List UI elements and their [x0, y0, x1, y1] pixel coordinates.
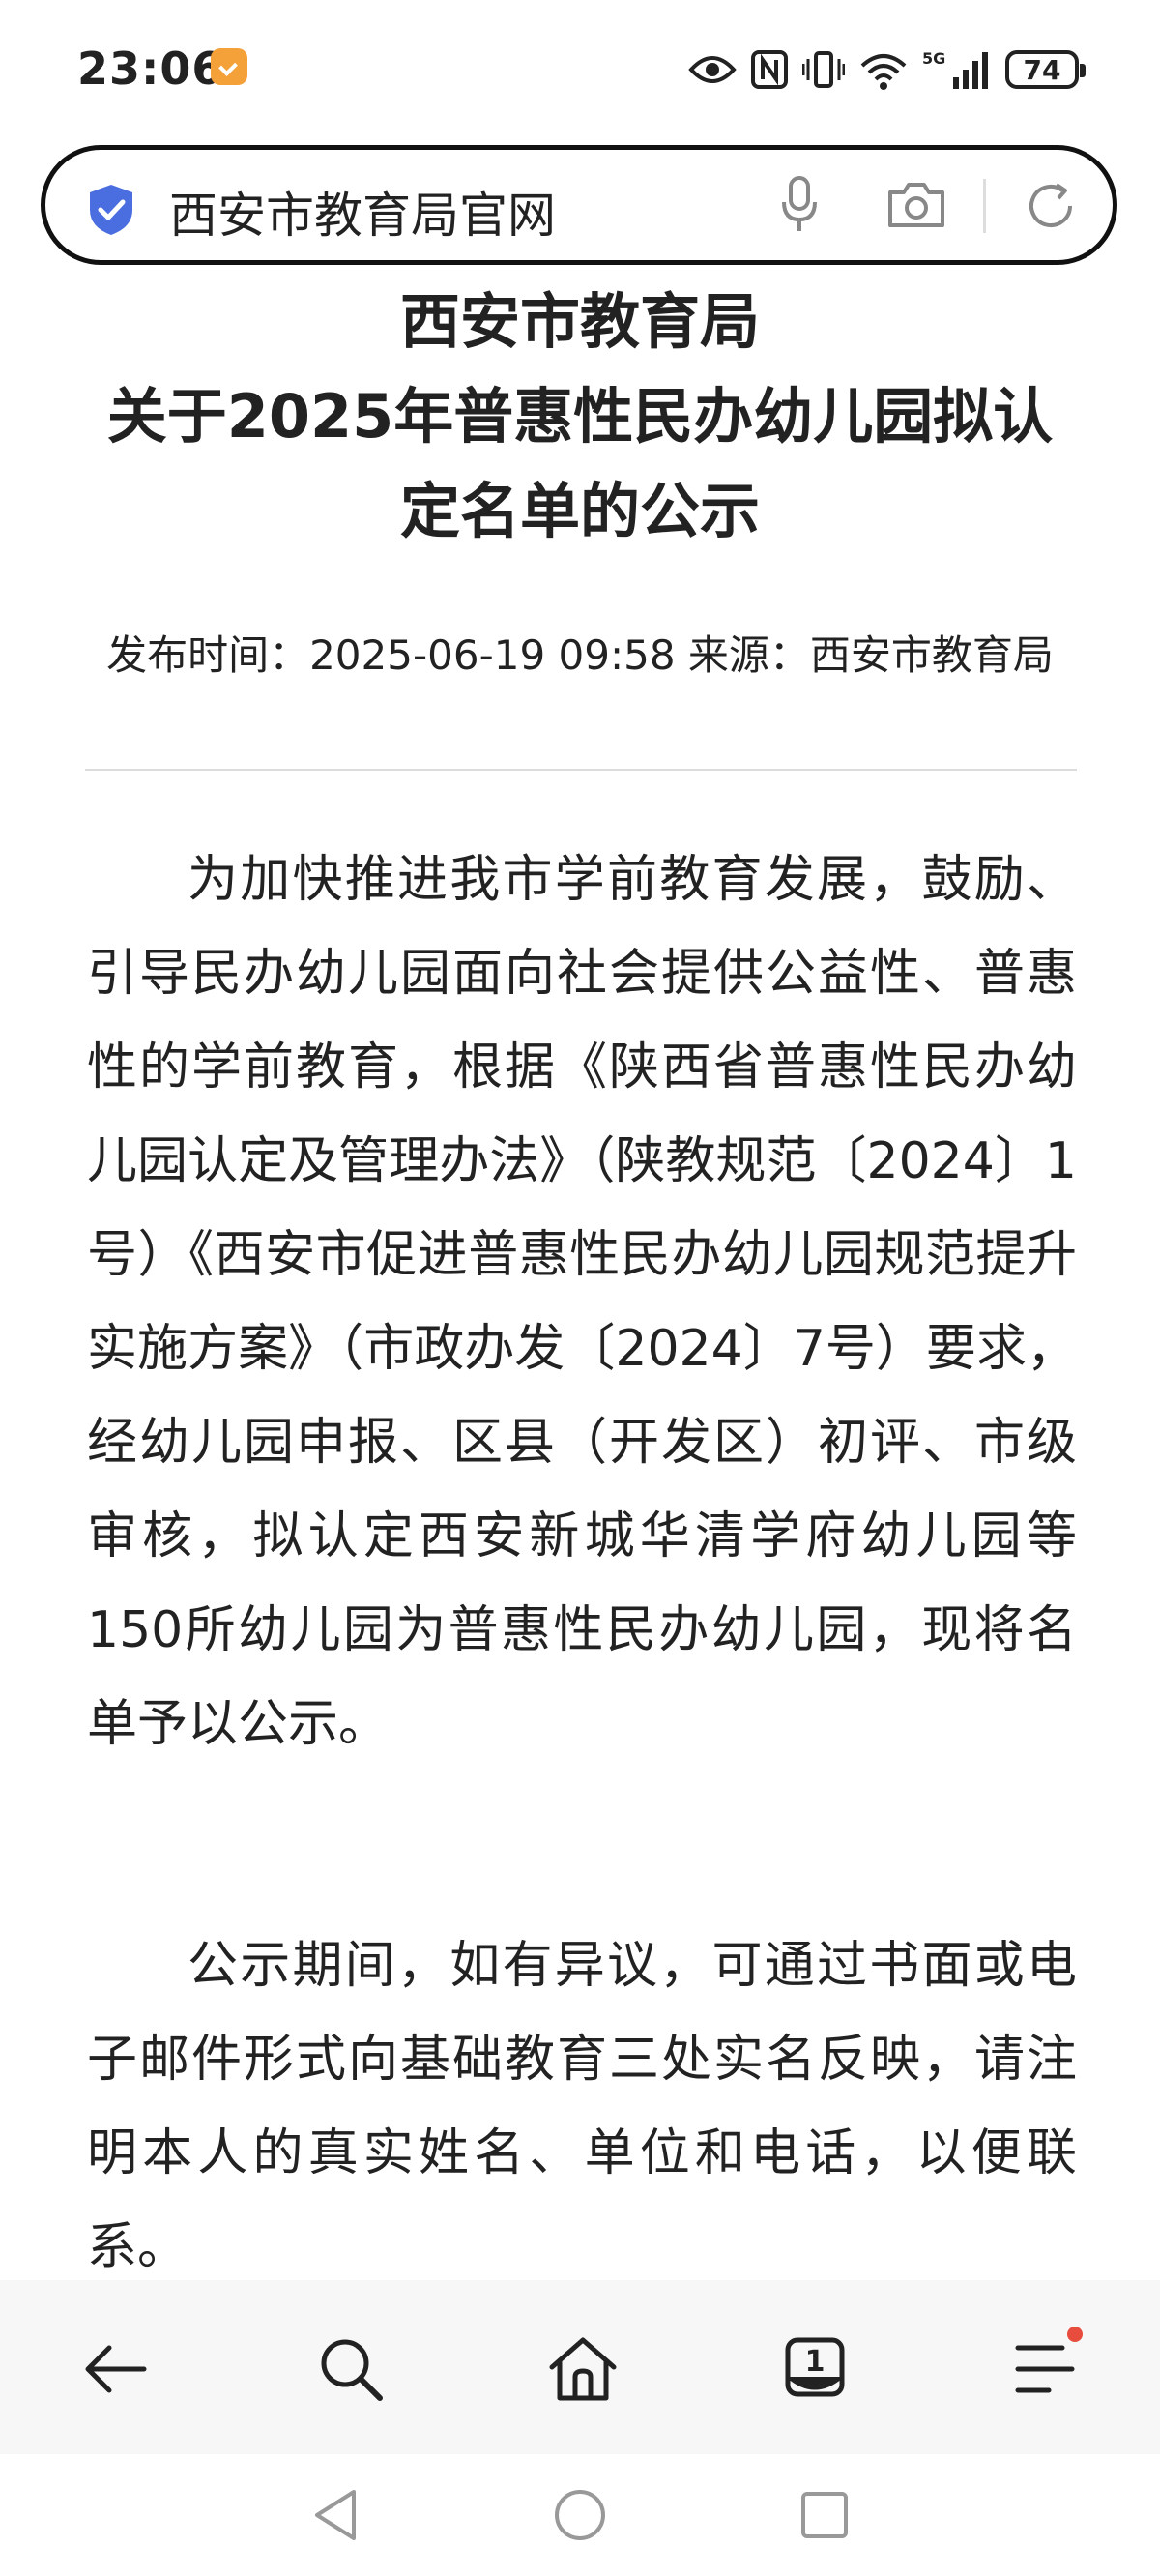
tabs-button[interactable]: 1 — [771, 2330, 858, 2408]
signal-5g-icon: 5G — [922, 49, 988, 89]
vibrate-icon — [802, 51, 845, 88]
tabs-icon: 1 — [785, 2337, 845, 2397]
menu-button[interactable] — [1001, 2327, 1088, 2408]
article-meta: 发布时间：2025-06-19 09:58 来源：西安市教育局 — [106, 631, 1054, 679]
system-recents-button[interactable] — [791, 2481, 858, 2549]
article-paragraph: 公示期间，如有异议，可通过书面或电子邮件形式向基础教育三处实名反映，请注明本人的… — [87, 1937, 1077, 2276]
article-divider — [85, 769, 1077, 771]
circle-home-icon — [555, 2490, 605, 2540]
camera-icon[interactable] — [886, 179, 946, 229]
search-button[interactable] — [307, 2330, 394, 2408]
nfc-icon — [751, 50, 788, 89]
article-paragraph: 为加快推进我市学前教育发展，鼓励、引导民办幼儿园面向社会提供公益性、普惠性的学前… — [87, 851, 1077, 1753]
address-bar-text[interactable]: 西安市教育局官网 — [169, 177, 556, 247]
search-icon — [321, 2339, 383, 2401]
wifi-icon — [860, 54, 907, 90]
shield-check-icon — [90, 185, 132, 235]
address-bar[interactable]: 西安市教育局官网 — [41, 145, 1117, 265]
tabs-count: 1 — [805, 2345, 826, 2379]
article-title: 西安市教育局 关于2025年普惠性民办幼儿园拟认 定名单的公示 — [106, 286, 1054, 546]
eye-icon — [688, 56, 737, 83]
back-button[interactable] — [72, 2330, 159, 2408]
network-type: 5G — [922, 49, 945, 68]
arrow-left-icon — [85, 2345, 147, 2393]
refresh-icon[interactable] — [1022, 177, 1080, 235]
system-back-button[interactable] — [302, 2481, 369, 2549]
status-bar: 23:06 5G 74 — [0, 0, 1160, 135]
home-button[interactable] — [539, 2330, 626, 2408]
menu-icon — [1015, 2345, 1075, 2393]
home-icon — [549, 2337, 617, 2401]
notification-dot — [1067, 2327, 1083, 2342]
battery-level: 74 — [1023, 53, 1061, 86]
microphone-icon[interactable] — [780, 175, 819, 235]
battery-indicator: 74 — [1005, 50, 1086, 89]
status-time: 23:06 — [77, 43, 224, 95]
address-bar-divider — [983, 179, 986, 233]
square-recents-icon — [801, 2492, 848, 2538]
system-nav-bar — [0, 2454, 1160, 2576]
status-icons: 5G 74 — [688, 43, 1086, 97]
system-home-button[interactable] — [546, 2481, 614, 2549]
browser-toolbar: 1 — [0, 2280, 1160, 2454]
triangle-back-icon — [315, 2490, 356, 2540]
app-notification-icon — [211, 48, 247, 85]
